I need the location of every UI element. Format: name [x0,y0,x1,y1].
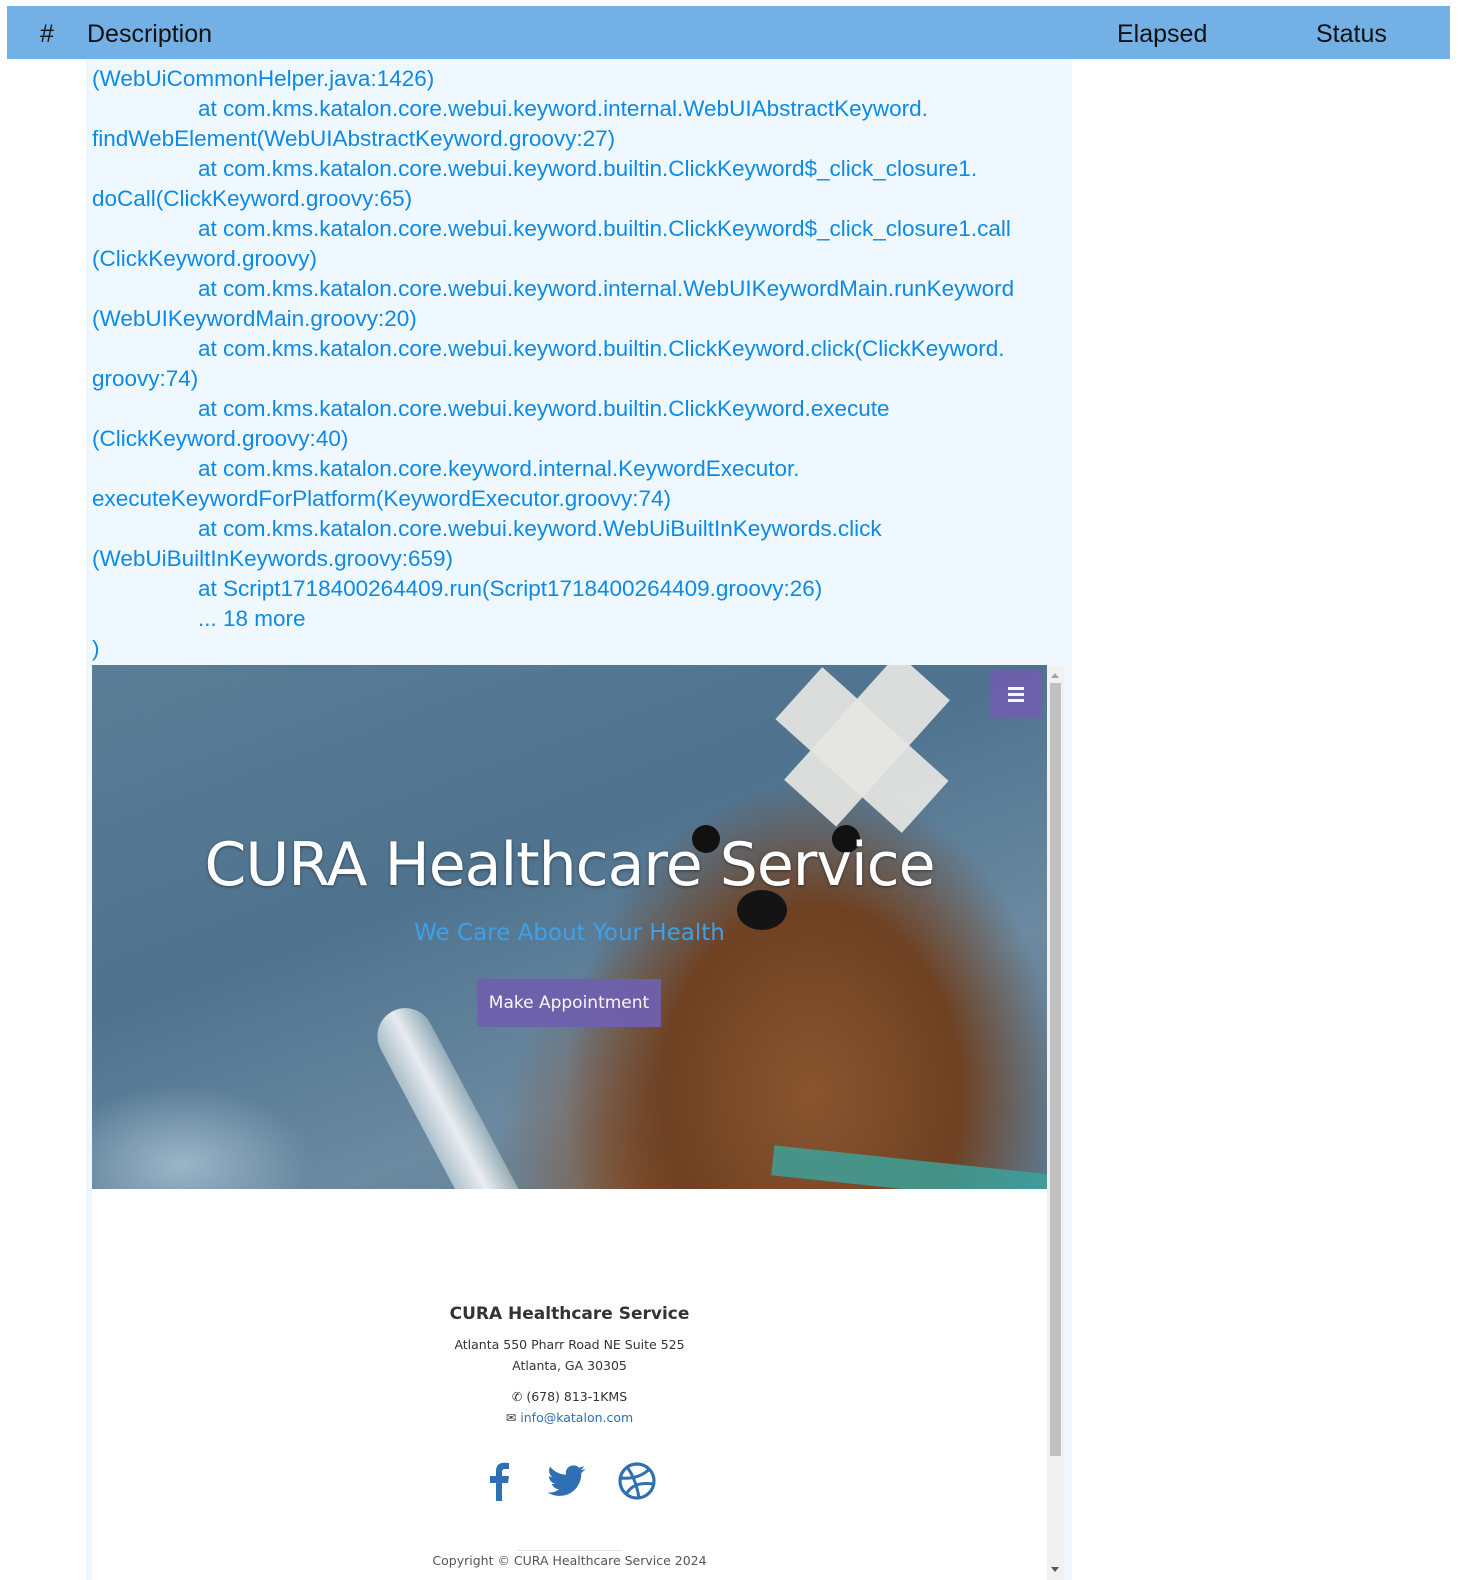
footer-address-line2: Atlanta, GA 30305 [512,1358,627,1373]
stack-trace-log: (WebUiCommonHelper.java:1426) at com.kms… [92,64,1072,664]
scroll-up-arrow-icon[interactable] [1051,673,1059,678]
hero-title: CURA Healthcare Service [204,830,935,900]
footer-phone: ✆ (678) 813-1KMS [92,1387,1047,1407]
log-line: at com.kms.katalon.core.keyword.internal… [198,456,800,481]
column-header-number: # [40,20,54,48]
report-table-header: # Description Elapsed Status [7,6,1450,59]
log-line: at com.kms.katalon.core.webui.keyword.in… [198,276,1015,301]
screenshot-scrollbar[interactable] [1047,665,1064,1580]
make-appointment-button[interactable]: Make Appointment [477,979,661,1027]
column-header-description: Description [87,20,213,48]
envelope-icon: ✉ [505,1410,517,1425]
page-footer: CURA Healthcare Service Atlanta 550 Phar… [92,1189,1047,1580]
phone-icon: ✆ [511,1389,523,1404]
hero-image-scarf [771,1145,1047,1189]
log-line: at com.kms.katalon.core.webui.keyword.We… [198,516,882,541]
log-line: at com.kms.katalon.core.webui.keyword.bu… [198,216,1011,241]
column-header-elapsed: Elapsed [1117,20,1208,48]
facebook-icon[interactable] [478,1459,522,1503]
hero-banner: CURA Healthcare Service We Care About Yo… [92,665,1047,1189]
log-line: ) [92,636,100,661]
footer-address-line1: Atlanta 550 Pharr Road NE Suite 525 [454,1337,685,1352]
log-line: at Script1718400264409.run(Script1718400… [198,576,823,601]
footer-email-link[interactable]: info@katalon.com [520,1410,633,1425]
hero-subtitle: We Care About Your Health [414,920,725,946]
footer-title: CURA Healthcare Service [449,1304,690,1324]
log-line: (WebUiCommonHelper.java:1426) [92,66,435,91]
log-line: (WebUiBuiltInKeywords.groovy:659) [92,546,453,571]
column-header-status: Status [1316,20,1387,48]
log-line: findWebElement(WebUIAbstractKeyword.groo… [92,126,616,151]
log-line: at com.kms.katalon.core.webui.keyword.bu… [198,336,1005,361]
log-line: executeKeywordForPlatform(KeywordExecuto… [92,486,672,511]
footer-copyright: Copyright © CURA Healthcare Service 2024 [432,1553,707,1568]
log-line: ... 18 more [198,606,306,631]
footer-phone-number: (678) 813-1KMS [526,1389,628,1404]
log-line: at com.kms.katalon.core.webui.keyword.in… [198,96,928,121]
dribbble-icon[interactable] [615,1459,659,1503]
failure-screenshot: CURA Healthcare Service We Care About Yo… [92,665,1064,1580]
log-line: (ClickKeyword.groovy:40) [92,426,349,451]
footer-email: ✉ info@katalon.com [92,1408,1047,1428]
log-line: doCall(ClickKeyword.groovy:65) [92,186,413,211]
scroll-down-arrow-icon[interactable] [1051,1567,1059,1572]
menu-toggle-button[interactable] [990,670,1042,718]
log-line: (WebUIKeywordMain.groovy:20) [92,306,417,331]
log-line: at com.kms.katalon.core.webui.keyword.bu… [198,396,890,421]
hero-image-blanket [92,1085,312,1189]
log-line: at com.kms.katalon.core.webui.keyword.bu… [198,156,978,181]
log-line: groovy:74) [92,366,199,391]
log-line: (ClickKeyword.groovy) [92,246,318,271]
scroll-thumb[interactable] [1050,683,1061,1456]
twitter-icon[interactable] [544,1459,588,1503]
